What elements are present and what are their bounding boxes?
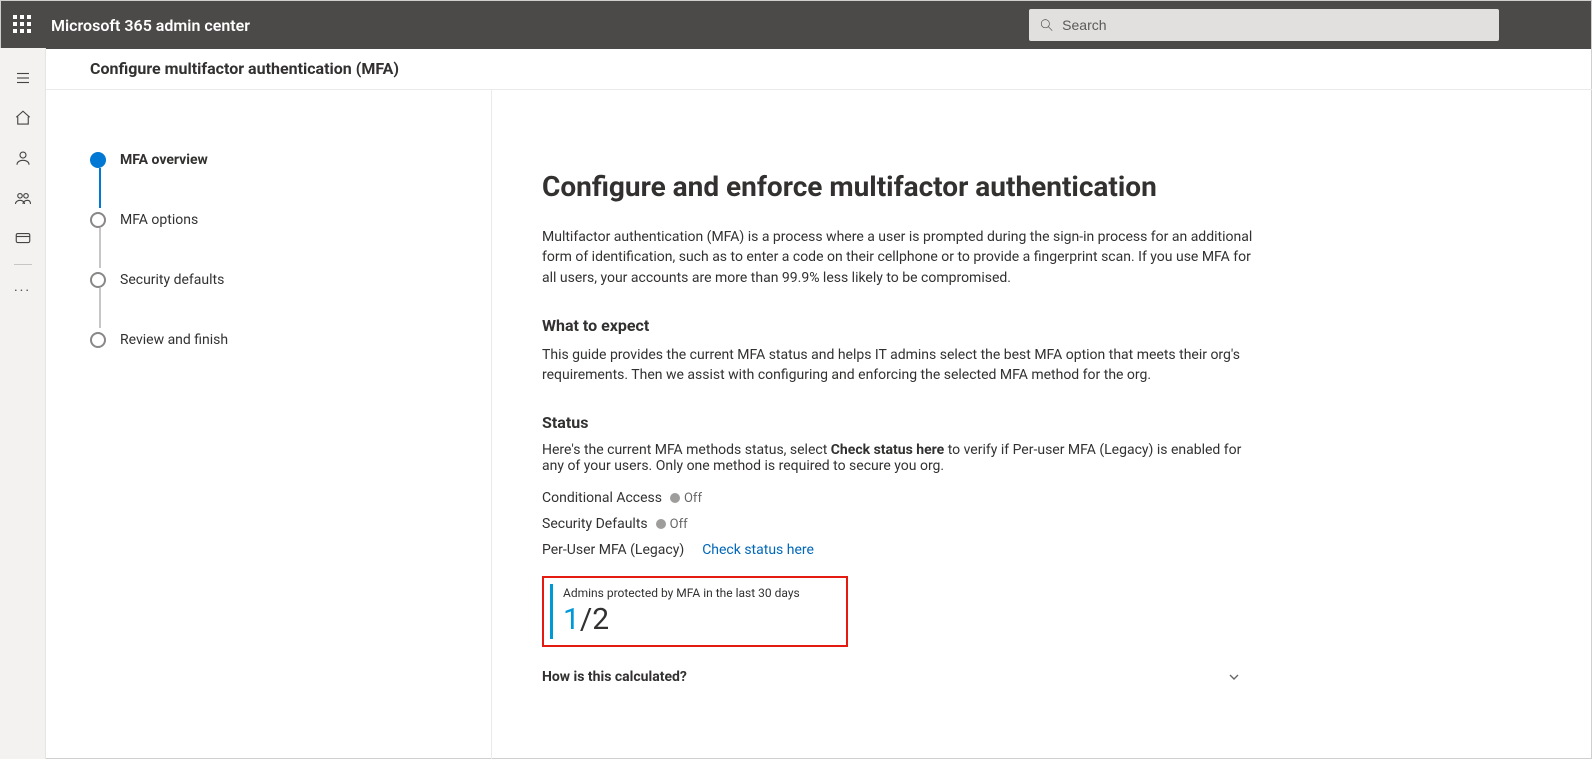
page-title: Configure multifactor authentication (MF… [90,59,399,78]
status-value: Off [684,491,702,506]
status-per-user-mfa: Per-User MFA (Legacy) Check status here [542,542,1532,558]
check-status-link[interactable]: Check status here [702,542,814,558]
status-label: Per-User MFA (Legacy) [542,542,684,558]
status-intro: Here's the current MFA methods status, s… [542,442,1262,474]
wizard-step-label: Review and finish [120,332,228,348]
home-icon [14,109,32,127]
chevron-down-icon [1226,669,1242,685]
wizard-step-label: MFA options [120,212,198,228]
status-label: Security Defaults [542,516,648,532]
left-nav-rail: ··· [0,48,46,759]
search-icon [1039,17,1054,33]
metric-highlight-box: Admins protected by MFA in the last 30 d… [542,576,848,647]
status-conditional-access: Conditional Access Off [542,490,1532,506]
intro-paragraph: Multifactor authentication (MFA) is a pr… [542,227,1262,288]
nav-billing[interactable] [0,218,46,258]
how-calculated-accordion[interactable]: How is this calculated? [542,669,1242,685]
main-content: Configure and enforce multifactor authen… [492,90,1592,759]
status-label: Conditional Access [542,490,662,506]
nav-toggle-button[interactable] [0,58,46,98]
metric-caption: Admins protected by MFA in the last 30 d… [563,586,840,600]
nav-users[interactable] [0,138,46,178]
search-box[interactable] [1029,9,1499,41]
main-heading: Configure and enforce multifactor authen… [542,170,1532,203]
product-title: Microsoft 365 admin center [51,16,250,35]
person-icon [14,149,32,167]
search-input[interactable] [1062,17,1489,33]
metric-value: 1/2 [563,602,840,637]
card-icon [14,229,32,247]
wizard-step-mfa-overview[interactable]: MFA overview [90,130,491,190]
wizard-step-security-defaults[interactable]: Security defaults [90,250,491,310]
nav-groups[interactable] [0,178,46,218]
status-value: Off [670,517,688,532]
wizard-step-label: MFA overview [120,152,208,168]
nav-more[interactable]: ··· [0,271,46,311]
wizard-steps: MFA overview MFA options Security defaul… [46,90,492,759]
status-security-defaults: Security Defaults Off [542,516,1532,532]
wizard-step-label: Security defaults [120,272,224,288]
status-dot-icon [656,519,666,529]
app-launcher-icon[interactable] [13,15,33,35]
status-heading: Status [542,413,1532,432]
people-icon [14,189,32,207]
status-dot-icon [670,493,680,503]
what-to-expect-heading: What to expect [542,316,1532,335]
wizard-step-mfa-options[interactable]: MFA options [90,190,491,250]
accordion-label: How is this calculated? [542,669,687,685]
nav-home[interactable] [0,98,46,138]
what-to-expect-body: This guide provides the current MFA stat… [542,345,1262,386]
wizard-step-review-finish[interactable]: Review and finish [90,310,491,370]
hamburger-icon [14,69,32,87]
